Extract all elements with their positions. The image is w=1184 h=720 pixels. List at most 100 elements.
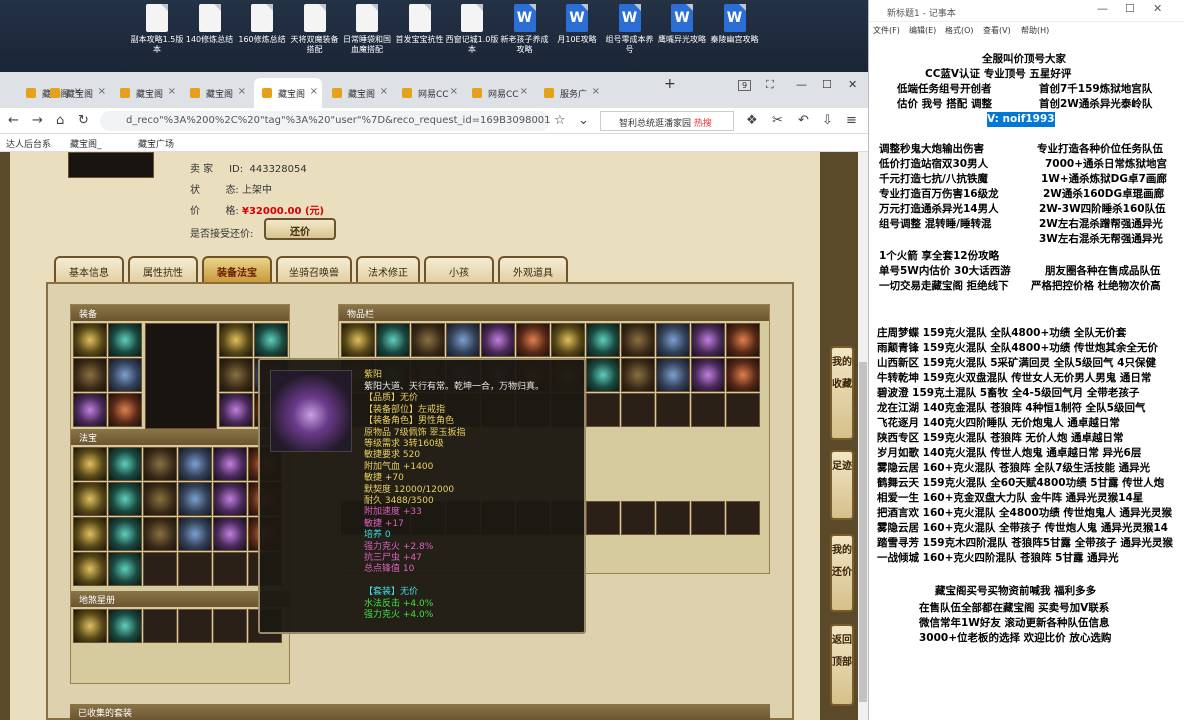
item-slot[interactable] [656, 323, 690, 357]
item-slot[interactable] [691, 323, 725, 357]
item-slot[interactable] [219, 323, 253, 357]
desktop-icon[interactable]: 副本攻略1.5版本 [130, 4, 184, 55]
page-scrollbar[interactable] [858, 152, 868, 720]
menu-icon[interactable]: ≡ [846, 113, 857, 128]
item-slot[interactable] [481, 323, 515, 357]
item-slot[interactable] [411, 323, 445, 357]
item-slot[interactable] [586, 323, 620, 357]
desktop-icon[interactable]: 首发宝宝抗性 [393, 4, 447, 45]
browser-tab[interactable]: 藏宝阁 × [324, 78, 392, 108]
item-slot[interactable] [73, 358, 107, 392]
empty-slot[interactable] [213, 552, 247, 586]
side-button[interactable]: 我的还价 [830, 534, 854, 612]
desktop-icon[interactable]: W 组号零成本养号 [603, 4, 657, 55]
item-slot[interactable] [219, 358, 253, 392]
item-slot[interactable] [516, 323, 550, 357]
tab-close-icon[interactable]: × [168, 86, 176, 97]
item-slot[interactable] [691, 358, 725, 392]
star-icon[interactable]: ☆ [554, 113, 566, 128]
notepad-menu-item[interactable]: 查看(V) [983, 25, 1011, 36]
empty-slot[interactable] [691, 501, 725, 535]
undo-icon[interactable]: ↶ [798, 113, 809, 128]
shirt-icon[interactable]: ⛶ [766, 78, 774, 92]
tab-count[interactable]: 9 [738, 80, 752, 91]
game-tab[interactable]: 小孩 [424, 256, 494, 282]
item-slot[interactable] [108, 447, 142, 481]
tab-close-icon[interactable]: × [592, 86, 600, 97]
empty-slot[interactable] [726, 501, 760, 535]
desktop-icon[interactable]: 160修炼总结 [235, 4, 289, 45]
side-button[interactable]: 足迹 [830, 450, 854, 520]
search-input[interactable]: 智利总统逛潘家园 热搜 [600, 111, 734, 131]
browser-tab[interactable]: 藏宝阁 × [112, 78, 180, 108]
item-slot[interactable] [108, 552, 142, 586]
empty-slot[interactable] [143, 552, 177, 586]
item-slot[interactable] [726, 358, 760, 392]
forward-icon[interactable]: → [32, 113, 43, 128]
item-slot[interactable] [73, 517, 107, 551]
empty-slot[interactable] [586, 393, 620, 427]
item-slot[interactable] [213, 447, 247, 481]
game-tab[interactable]: 基本信息 [54, 256, 124, 282]
item-slot[interactable] [108, 609, 142, 643]
item-slot[interactable] [586, 358, 620, 392]
chevron-down-icon[interactable]: ⌄ [578, 113, 589, 128]
item-slot[interactable] [178, 517, 212, 551]
item-slot[interactable] [108, 358, 142, 392]
item-slot[interactable] [108, 517, 142, 551]
item-slot[interactable] [73, 552, 107, 586]
close-icon[interactable]: ✕ [1153, 2, 1162, 15]
game-tab[interactable]: 外观道具 [498, 256, 568, 282]
game-tab[interactable]: 属性抗性 [128, 256, 198, 282]
item-slot[interactable] [178, 482, 212, 516]
browser-tab[interactable]: 网易CC × [394, 78, 462, 108]
desktop-icon[interactable]: W 新老孩子养成攻略 [498, 4, 552, 55]
item-slot[interactable] [108, 482, 142, 516]
item-slot[interactable] [376, 323, 410, 357]
close-icon[interactable]: ✕ [848, 78, 857, 91]
download-icon[interactable]: ⇩ [822, 113, 833, 128]
item-slot[interactable] [73, 482, 107, 516]
desktop-icon[interactable]: 西窗记城1.0版本 [445, 4, 499, 55]
tab-close-icon[interactable]: × [450, 86, 458, 97]
notepad-menu-item[interactable]: 文件(F) [873, 25, 900, 36]
empty-slot[interactable] [178, 609, 212, 643]
game-tab[interactable]: 坐骑召唤兽 [276, 256, 352, 282]
empty-slot[interactable] [726, 393, 760, 427]
desktop-icon[interactable]: 日常睡袋和国血魔搭配 [340, 4, 394, 55]
tab-close-icon[interactable]: × [98, 86, 106, 97]
bargain-button[interactable]: 还价 [264, 218, 336, 240]
side-button[interactable]: 返回顶部 [830, 624, 854, 706]
refresh-icon[interactable]: ↻ [78, 113, 89, 128]
empty-slot[interactable] [656, 393, 690, 427]
empty-slot[interactable] [656, 501, 690, 535]
bookmark-item[interactable]: 藏宝广场 [138, 137, 174, 150]
tab-close-icon[interactable]: × [520, 86, 528, 97]
desktop-icon[interactable]: 天将双魔装备搭配 [288, 4, 342, 55]
item-slot[interactable] [341, 323, 375, 357]
cut-icon[interactable]: ✂ [772, 113, 783, 128]
back-icon[interactable]: ← [8, 113, 19, 128]
minimize-icon[interactable]: — [796, 78, 807, 91]
notepad-text[interactable]: 全服叫价顶号大家 CC蓝V认证 专业顶号 五星好评 低端任务组号开创者 首创7千159… [869, 44, 1184, 720]
game-tab[interactable]: 法术修正 [356, 256, 420, 282]
item-slot[interactable] [213, 517, 247, 551]
item-slot[interactable] [621, 323, 655, 357]
item-slot[interactable] [726, 323, 760, 357]
maximize-icon[interactable]: ☐ [1125, 2, 1135, 15]
item-slot[interactable] [656, 358, 690, 392]
browser-tab[interactable]: 服务广 × [536, 78, 604, 108]
empty-slot[interactable] [143, 609, 177, 643]
scrollbar-thumb[interactable] [859, 362, 867, 702]
empty-slot[interactable] [178, 552, 212, 586]
side-button[interactable]: 我的收藏 [830, 346, 854, 440]
tab-close-icon[interactable]: × [380, 86, 388, 97]
desktop-icon[interactable]: 140修炼总结 [183, 4, 237, 45]
game-tab[interactable]: 装备法宝 [202, 256, 272, 282]
item-slot[interactable] [73, 393, 107, 427]
new-tab-icon[interactable]: + [664, 76, 676, 92]
extension-icon[interactable]: ❖ [746, 113, 758, 128]
item-slot[interactable] [219, 393, 253, 427]
item-slot[interactable] [73, 609, 107, 643]
maximize-icon[interactable]: ☐ [822, 78, 832, 91]
